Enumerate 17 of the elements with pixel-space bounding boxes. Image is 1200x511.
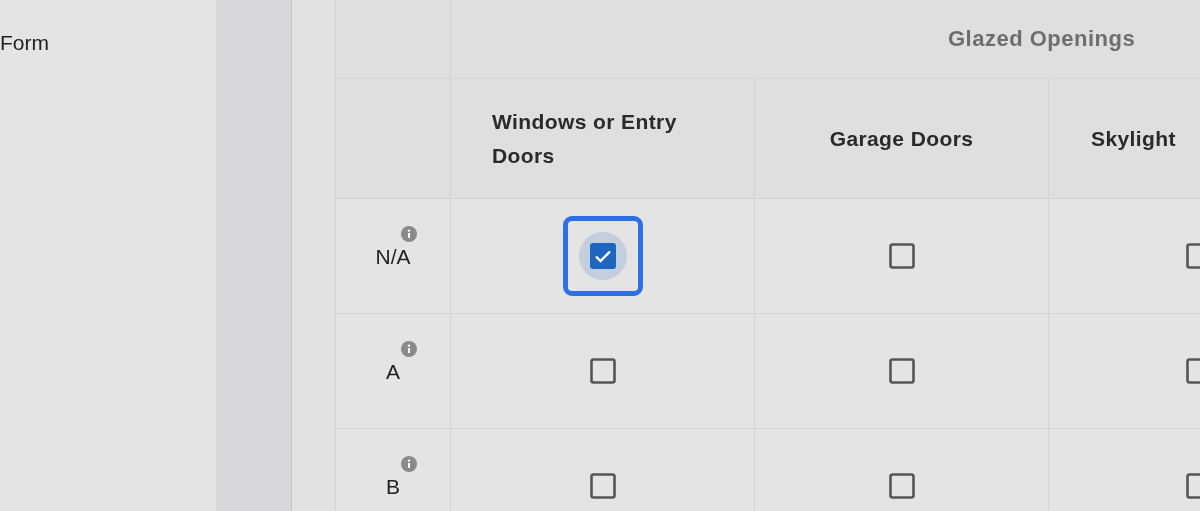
column-group-header: Glazed Openings <box>451 0 1200 79</box>
checkbox[interactable] <box>589 243 616 269</box>
row-label: A <box>386 360 400 384</box>
checkbox[interactable] <box>888 358 915 384</box>
checkbox[interactable] <box>888 243 915 269</box>
column-header: Skylight <box>1049 79 1200 199</box>
checkbox[interactable] <box>888 473 915 499</box>
checkbox[interactable] <box>589 358 616 384</box>
info-icon[interactable] <box>401 456 417 472</box>
row-label: B <box>386 475 400 499</box>
info-icon[interactable] <box>401 226 417 242</box>
row-label: N/A <box>375 245 411 269</box>
column-header: Windows or Entry Doors <box>451 79 755 199</box>
info-icon[interactable] <box>401 341 417 357</box>
form-title: Form <box>0 31 50 55</box>
checkbox[interactable] <box>589 473 616 499</box>
column-header: Garage Doors <box>755 79 1049 199</box>
